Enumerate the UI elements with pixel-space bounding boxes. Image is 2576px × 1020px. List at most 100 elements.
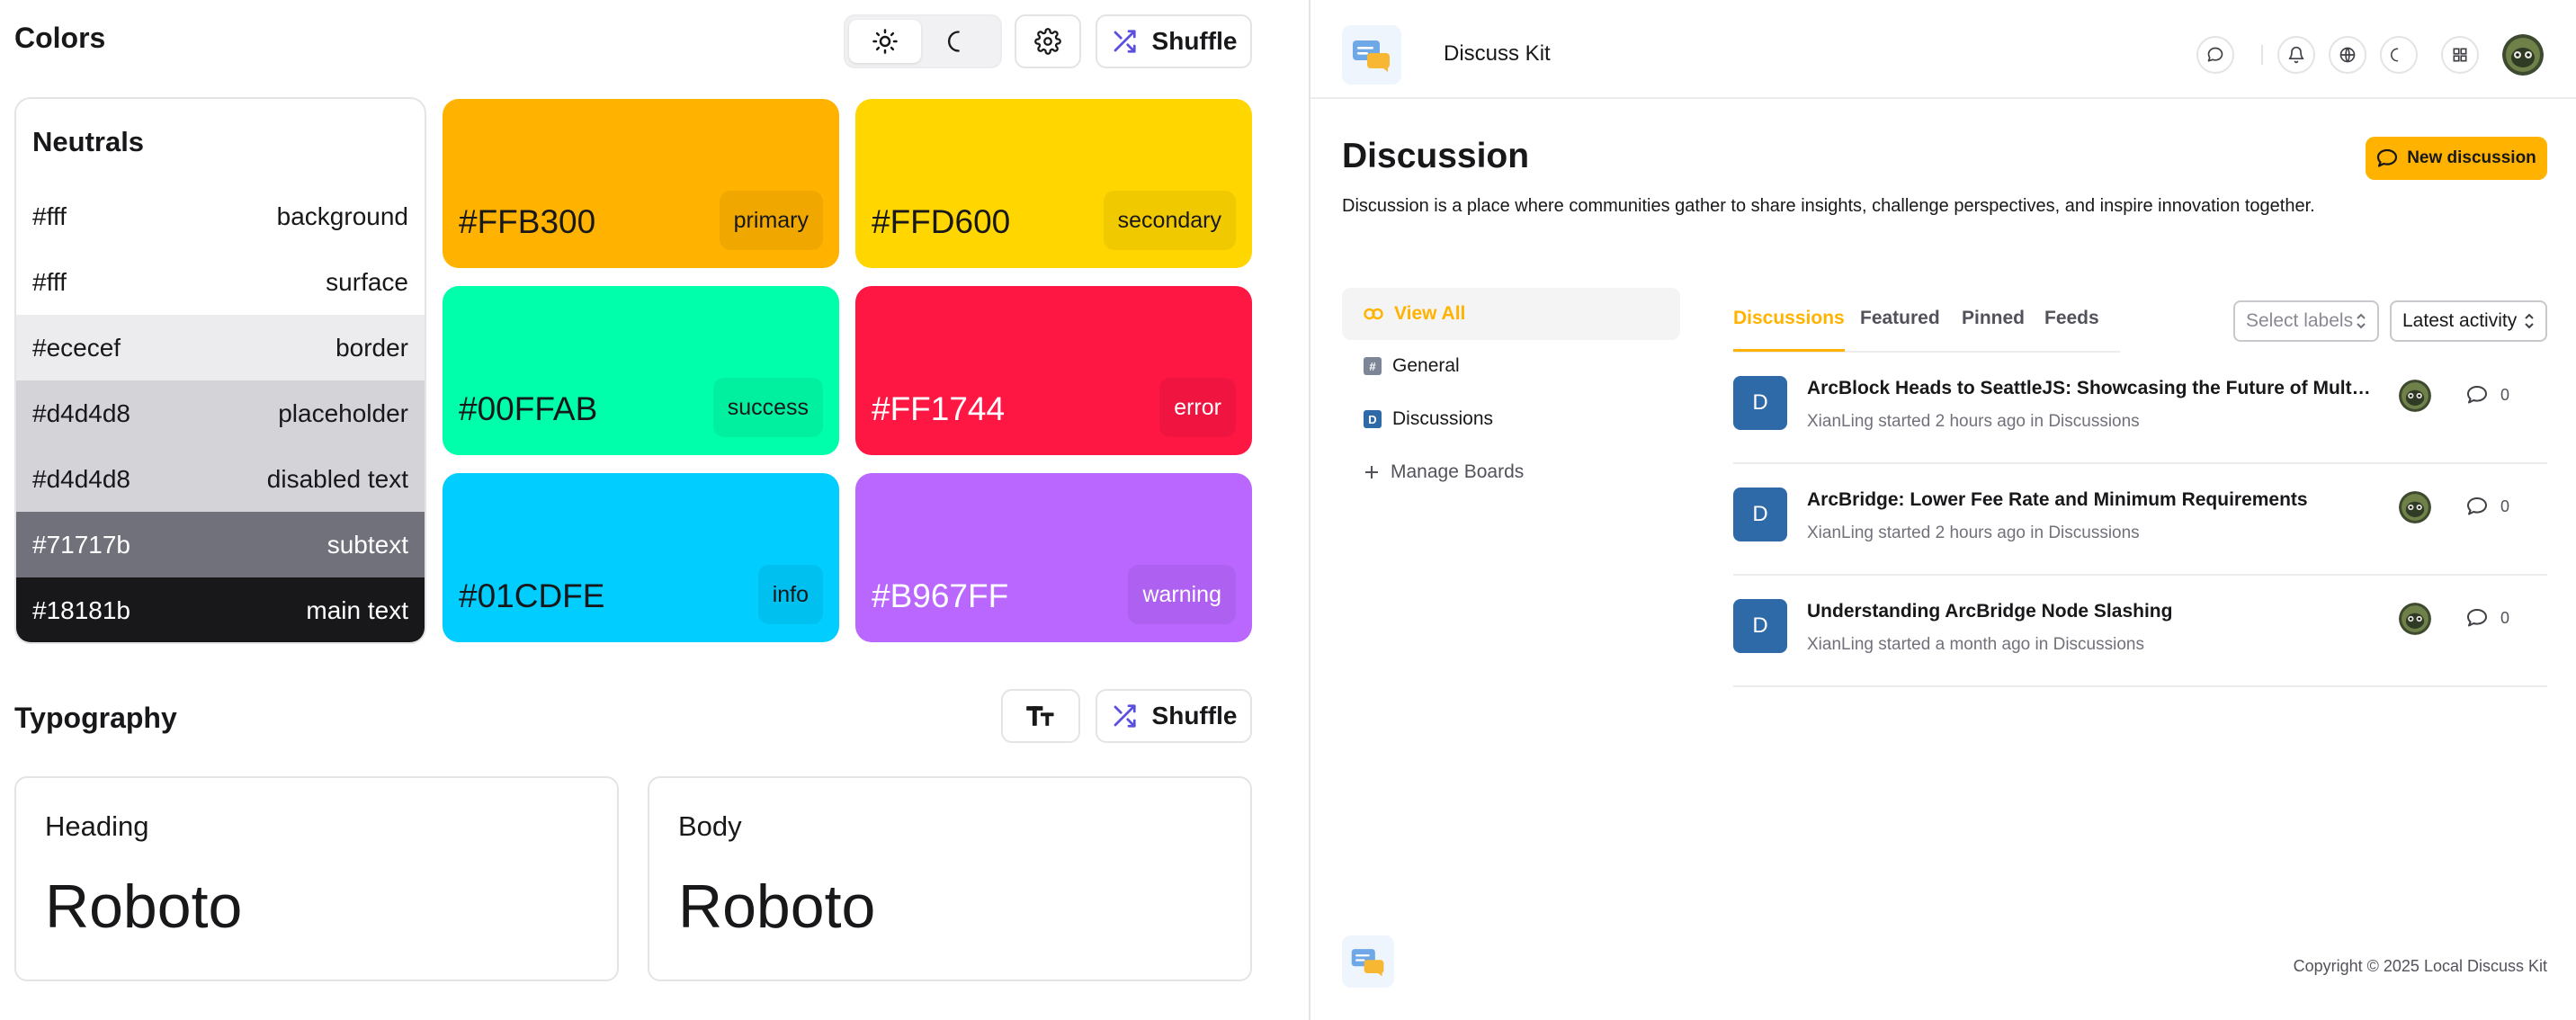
sort-select-value: Latest activity [2402, 310, 2518, 331]
hash-icon: # [1364, 357, 1382, 375]
neutral-row[interactable]: #ececef border [16, 315, 425, 380]
swatch-error[interactable]: #FF1744 error [855, 286, 1252, 455]
tab-feeds[interactable]: Feeds [2044, 308, 2099, 349]
sidebar-item-manage-boards[interactable]: Manage Boards [1342, 446, 1680, 498]
swatch-role-badge: primary [719, 191, 823, 250]
app-header: Discuss Kit [1310, 0, 2576, 99]
neutral-hex: #18181b [32, 595, 131, 624]
neutral-hex: #d4d4d8 [32, 464, 131, 493]
copyright-text: Copyright © 2025 Local Discuss Kit [2293, 957, 2547, 975]
chat-button[interactable] [2196, 36, 2234, 74]
app-name: Discuss Kit [1444, 41, 1551, 66]
typography-shuffle-button[interactable]: Shuffle [1096, 689, 1252, 743]
sidebar-item-view-all[interactable]: View All [1342, 288, 1680, 340]
app-logo[interactable] [1342, 25, 1401, 85]
new-chat-icon [2377, 148, 2398, 167]
swatch-primary[interactable]: #FFB300 primary [443, 99, 839, 268]
new-discussion-button[interactable]: New discussion [2366, 137, 2547, 180]
tab-discussions[interactable]: Discussions [1733, 308, 1845, 352]
font-size-button[interactable] [1001, 689, 1080, 743]
discussion-author[interactable]: XianLing [1807, 635, 1874, 654]
participant-avatar[interactable] [2399, 380, 2431, 412]
discussion-row[interactable]: D Understanding ArcBridge Node Slashing Xi… [1733, 576, 2547, 687]
user-avatar[interactable] [2502, 34, 2544, 76]
swatch-hex: #B967FF [872, 577, 1009, 614]
light-dark-toggle[interactable] [844, 14, 1002, 68]
comment-count: 0 [2466, 497, 2509, 516]
neutral-row[interactable]: #d4d4d8 placeholder [16, 380, 425, 446]
colors-section-title: Colors [14, 22, 106, 54]
neutral-name: subtext [326, 530, 408, 559]
neutral-name: surface [326, 267, 408, 296]
neutrals-card: Neutrals #fff background #fff surface #ecece… [14, 97, 426, 644]
sidebar-item-label: Manage Boards [1391, 461, 1525, 482]
neutral-row[interactable]: #d4d4d8 disabled text [16, 446, 425, 512]
notifications-button[interactable] [2277, 36, 2315, 74]
discussion-author[interactable]: XianLing [1807, 523, 1874, 542]
swatch-hex: #FFD600 [872, 203, 1011, 240]
header-divider [2261, 45, 2263, 65]
labels-select[interactable]: Select labels [2233, 300, 2379, 342]
discussion-meta: XianLing started a month ago in Discussi… [1807, 635, 2144, 655]
discussion-board[interactable]: Discussions [2048, 412, 2139, 431]
swatch-hex: #FF1744 [872, 390, 1006, 427]
discussion-title[interactable]: Understanding ArcBridge Node Slashing [1807, 601, 2374, 622]
swatch-role-badge: info [757, 565, 823, 624]
participant-avatar[interactable] [2399, 603, 2431, 635]
discussion-row[interactable]: D ArcBridge: Lower Fee Rate and Minimum R… [1733, 464, 2547, 576]
neutral-row[interactable]: #71717b subtext [16, 512, 425, 577]
heading-font-card[interactable]: Heading Roboto [14, 776, 619, 981]
swatch-secondary[interactable]: #FFD600 secondary [855, 99, 1252, 268]
participant-avatar[interactable] [2399, 491, 2431, 523]
typography-section-title: Typography [14, 702, 177, 734]
comment-count-value: 0 [2500, 608, 2510, 627]
language-button[interactable] [2329, 36, 2366, 74]
discussion-board[interactable]: Discussions [2048, 523, 2139, 542]
neutral-name: placeholder [278, 398, 408, 427]
sidebar-item-label: Discussions [1392, 408, 1494, 429]
neutral-name: main text [306, 595, 408, 624]
sidebar-item-label: General [1392, 355, 1460, 376]
discussion-board[interactable]: Discussions [2053, 635, 2144, 654]
neutral-row[interactable]: #fff background [16, 183, 425, 249]
neutral-name: border [335, 333, 408, 362]
board-d-icon: D [1364, 410, 1382, 428]
theme-mode-button[interactable] [2380, 36, 2418, 74]
tab-featured[interactable]: Featured [1860, 308, 1940, 349]
message-icon [2207, 47, 2223, 62]
globe-icon [2339, 47, 2356, 63]
shuffle-label: Shuffle [1151, 702, 1238, 729]
body-font-card[interactable]: Body Roboto [648, 776, 1252, 981]
comment-count-value: 0 [2500, 497, 2510, 515]
neutral-hex: #d4d4d8 [32, 398, 131, 427]
sort-arrows-icon [2525, 313, 2534, 329]
neutral-row[interactable]: #18181b main text [16, 577, 425, 642]
discussion-title[interactable]: ArcBlock Heads to SeattleJS: Showcasing … [1807, 378, 2374, 399]
neutral-name: disabled text [266, 464, 408, 493]
discussion-meta: XianLing started 2 hours ago in Discussi… [1807, 412, 2140, 432]
heading-font-name: Roboto [45, 872, 243, 941]
settings-button[interactable] [1015, 14, 1081, 68]
link-icon [1364, 308, 1383, 320]
apps-button[interactable] [2441, 36, 2479, 74]
swatch-warning[interactable]: #B967FF warning [855, 473, 1252, 642]
page-description: Discussion is a place where communities … [1342, 196, 2315, 216]
discussion-title[interactable]: ArcBridge: Lower Fee Rate and Minimum Re… [1807, 489, 2374, 511]
swatch-success[interactable]: #00FFAB success [443, 286, 839, 455]
neutral-row[interactable]: #fff surface [16, 249, 425, 315]
neutral-hex: #fff [32, 267, 67, 296]
sidebar-item-discussions[interactable]: D Discussions [1342, 393, 1680, 445]
tab-pinned[interactable]: Pinned [1962, 308, 2025, 349]
comment-icon [2467, 386, 2487, 404]
swatch-info[interactable]: #01CDFE info [443, 473, 839, 642]
colors-shuffle-button[interactable]: Shuffle [1096, 14, 1252, 68]
sort-select[interactable]: Latest activity [2390, 300, 2547, 342]
discussion-row[interactable]: D ArcBlock Heads to SeattleJS: Showcasing… [1733, 353, 2547, 464]
swatch-role-badge: warning [1128, 565, 1236, 624]
light-mode-button[interactable] [849, 20, 921, 63]
neutral-hex: #ececef [32, 333, 121, 362]
dark-mode-button[interactable] [925, 20, 997, 63]
comment-count: 0 [2466, 608, 2509, 628]
discussion-author[interactable]: XianLing [1807, 412, 1874, 431]
sidebar-item-general[interactable]: # General [1342, 340, 1680, 392]
